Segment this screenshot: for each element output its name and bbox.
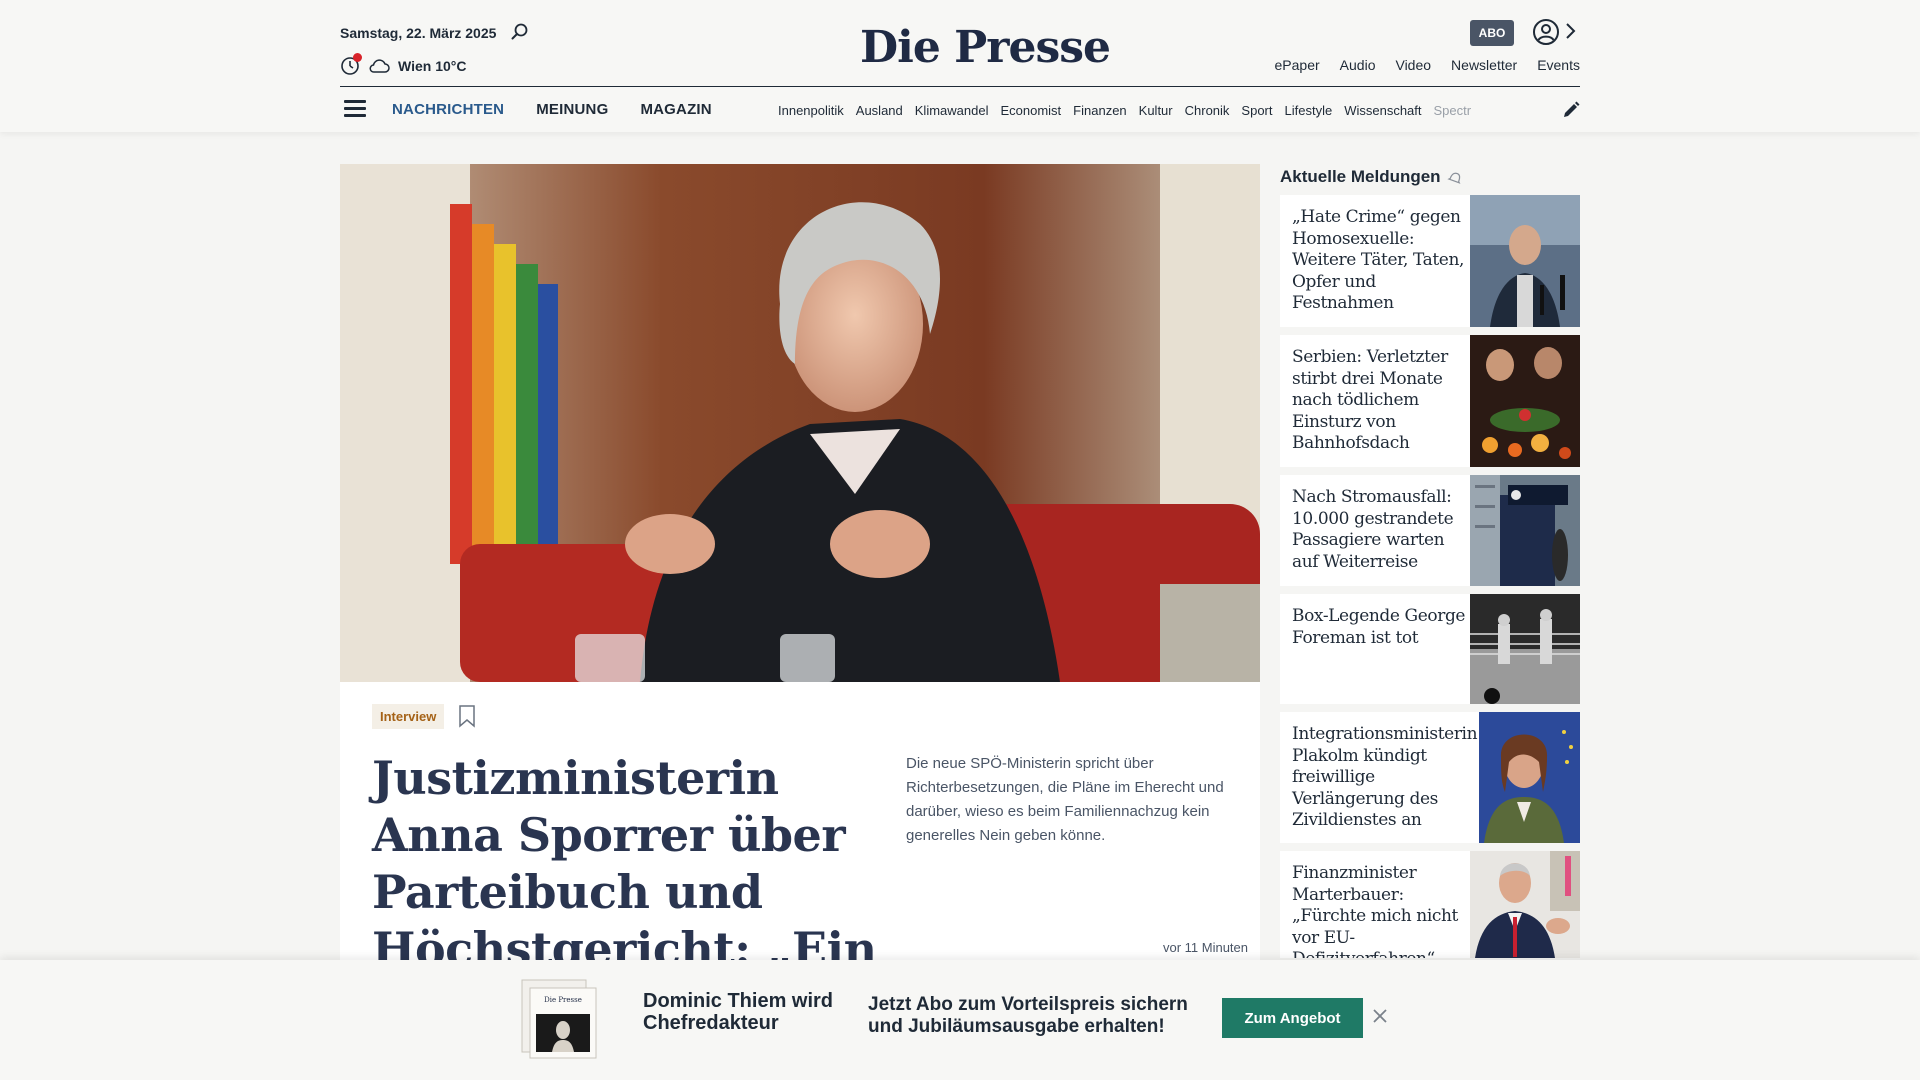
news-thumbnail	[1479, 712, 1580, 843]
news-item-4[interactable]: Box-Legende George Foreman ist tot	[1280, 594, 1580, 704]
news-item-3[interactable]: Nach Stromausfall: 10.000 gestrandete Pa…	[1280, 475, 1580, 586]
promo-text: Jetzt Abo zum Vorteilspreis sichern und …	[868, 994, 1188, 1037]
hero-photo-illustration	[340, 164, 1260, 682]
news-thumbnail	[1470, 335, 1580, 467]
lead-article-card[interactable]: Interview Justizministerin Anna Sporrer …	[340, 682, 1260, 1080]
subnav-chronik[interactable]: Chronik	[1185, 103, 1230, 118]
news-item-1[interactable]: „Hate Crime“ gegen Homosexuelle: Weitere…	[1280, 195, 1580, 327]
newspaper-image: Die Presse	[521, 979, 597, 1059]
subnav-wissenschaft[interactable]: Wissenschaft	[1344, 103, 1421, 118]
close-icon[interactable]	[1372, 1008, 1388, 1024]
account-icon[interactable]	[1532, 18, 1560, 46]
sidebar-title-text: Aktuelle Meldungen	[1280, 167, 1441, 186]
hamburger-menu-icon[interactable]	[344, 100, 366, 118]
promo-title: Dominic Thiem wird Chefredakteur	[643, 990, 834, 1034]
news-thumbnail	[1470, 195, 1580, 327]
chevron-right-icon[interactable]	[1564, 22, 1576, 40]
news-item-title: „Hate Crime“ gegen Homosexuelle: Weitere…	[1292, 207, 1465, 313]
bell-icon[interactable]	[1446, 169, 1463, 185]
news-thumbnail	[1470, 594, 1580, 704]
sidebar-title: Aktuelle Meldungen	[1280, 164, 1580, 190]
news-item-title: Integrationsministerin Plakolm kündigt f…	[1292, 724, 1478, 830]
article-tag[interactable]: Interview	[372, 704, 445, 729]
news-item-5[interactable]: Integrationsministerin Plakolm kündigt f…	[1280, 712, 1580, 843]
link-audio[interactable]: Audio	[1340, 57, 1376, 73]
top-links: ePaper Audio Video Newsletter Events	[1275, 57, 1580, 73]
abo-button[interactable]: ABO	[1470, 20, 1514, 46]
pencil-icon[interactable]	[1562, 101, 1580, 119]
link-newsletter[interactable]: Newsletter	[1451, 57, 1517, 73]
news-item-title: Nach Stromausfall: 10.000 gestrandete Pa…	[1292, 487, 1454, 572]
subnav-ausland[interactable]: Ausland	[856, 103, 903, 118]
article-teaser: Die neue SPÖ-Ministerin spricht über Ric…	[906, 755, 1224, 844]
subnav-spectrum[interactable]: Spectr	[1434, 103, 1472, 118]
notification-dot	[353, 53, 362, 62]
link-events[interactable]: Events	[1537, 57, 1580, 73]
link-epaper[interactable]: ePaper	[1275, 57, 1320, 73]
subnav-lifestyle[interactable]: Lifestyle	[1285, 103, 1333, 118]
offer-button[interactable]: Zum Angebot	[1222, 998, 1363, 1038]
bookmark-icon[interactable]	[458, 704, 476, 728]
site-header: Samstag, 22. März 2025 Wien 10°C Die Pre…	[0, 0, 1920, 132]
cloud-icon	[369, 59, 390, 73]
nav-meinung[interactable]: MEINUNG	[536, 101, 608, 118]
clock-icon	[340, 53, 362, 76]
news-item-6[interactable]: Finanzminister Marterbauer: „Fürchte mic…	[1280, 851, 1580, 958]
sub-nav: Innenpolitik Ausland Klimawandel Economi…	[778, 103, 1548, 118]
header-inner: Samstag, 22. März 2025 Wien 10°C Die Pre…	[340, 0, 1580, 132]
search-icon[interactable]	[510, 22, 530, 42]
article-age: vor 11 Minuten	[1162, 940, 1248, 955]
news-sidebar: Aktuelle Meldungen „Hate Crime“ gegen Ho…	[1280, 164, 1580, 958]
weather-label: Wien 10°C	[398, 58, 467, 74]
current-date: Samstag, 22. März 2025	[340, 25, 497, 41]
site-logo[interactable]: Die Presse	[860, 22, 1111, 73]
subnav-economist[interactable]: Economist	[1000, 103, 1061, 118]
main-nav: NACHRICHTEN MEINUNG MAGAZIN	[392, 101, 712, 118]
link-video[interactable]: Video	[1395, 57, 1431, 73]
header-divider	[340, 86, 1580, 87]
nav-magazin[interactable]: MAGAZIN	[640, 101, 711, 118]
newspaper-masthead: Die Presse	[544, 996, 582, 1004]
news-thumbnail	[1470, 851, 1580, 958]
news-thumbnail	[1470, 475, 1580, 586]
news-item-title: Finanzminister Marterbauer: „Fürchte mic…	[1292, 863, 1458, 958]
news-item-title: Box-Legende George Foreman ist tot	[1292, 606, 1466, 648]
news-item-title: Serbien: Verletzter stirbt drei Monate n…	[1292, 347, 1448, 453]
subnav-innenpolitik[interactable]: Innenpolitik	[778, 103, 844, 118]
hero-image[interactable]	[340, 164, 1260, 682]
subnav-klimawandel[interactable]: Klimawandel	[915, 103, 989, 118]
nav-nachrichten[interactable]: NACHRICHTEN	[392, 101, 504, 118]
subnav-sport[interactable]: Sport	[1241, 103, 1272, 118]
news-item-2[interactable]: Serbien: Verletzter stirbt drei Monate n…	[1280, 335, 1580, 467]
weather-widget[interactable]: Wien 10°C	[340, 53, 467, 76]
subnav-kultur[interactable]: Kultur	[1139, 103, 1173, 118]
subscription-promo-bar: Die Presse Dominic Thiem wird Chefredakt…	[0, 960, 1920, 1080]
subnav-finanzen[interactable]: Finanzen	[1073, 103, 1126, 118]
